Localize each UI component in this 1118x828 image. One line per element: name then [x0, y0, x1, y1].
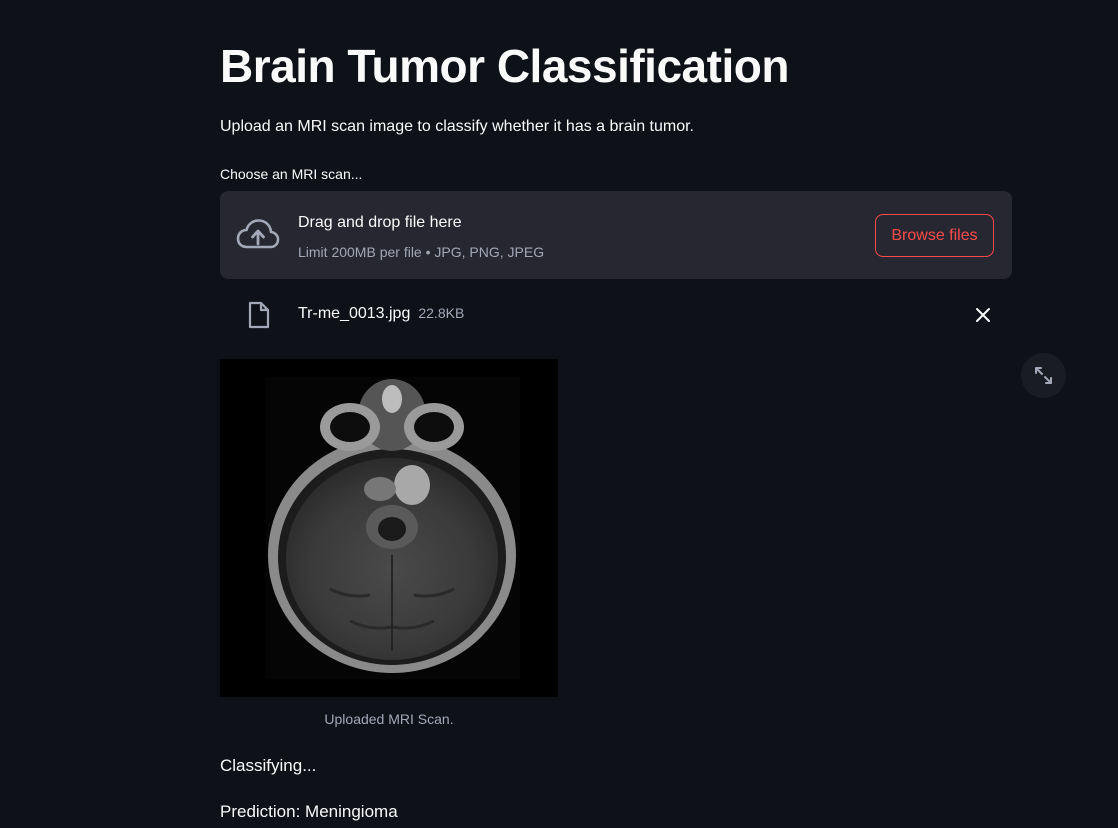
dropzone-instructions: Drag and drop file here — [298, 214, 462, 231]
file-dropzone[interactable]: Drag and drop file here Limit 200MB per … — [220, 191, 1012, 279]
dropzone-limit-text: Limit 200MB per file • JPG, PNG, JPEG — [298, 244, 545, 260]
uploaded-image-figure: Uploaded MRI Scan. — [220, 359, 558, 729]
page-description: Upload an MRI scan image to classify whe… — [220, 118, 694, 135]
browse-files-button[interactable]: Browse files — [875, 214, 994, 257]
mri-scan-image — [220, 359, 558, 697]
expand-icon — [1035, 367, 1052, 384]
app-page: Brain Tumor Classification Upload an MRI… — [0, 0, 1118, 828]
classification-status: Classifying... — [220, 756, 317, 775]
uploaded-file-info: Tr-me_0013.jpg 22.8KB — [298, 302, 464, 325]
uploaded-file-row: Tr-me_0013.jpg 22.8KB — [220, 292, 1012, 336]
image-caption: Uploaded MRI Scan. — [324, 711, 454, 727]
page-title: Brain Tumor Classification — [220, 40, 789, 92]
file-icon — [248, 301, 270, 329]
file-uploader-label: Choose an MRI scan... — [220, 166, 363, 182]
uploaded-file-size: 22.8KB — [418, 305, 465, 321]
cloud-upload-icon — [236, 219, 280, 249]
prediction-result: Prediction: Meningioma — [220, 802, 398, 821]
fullscreen-button[interactable] — [1021, 353, 1066, 398]
uploaded-file-name: Tr-me_0013.jpg — [298, 305, 411, 322]
close-icon[interactable] — [974, 306, 992, 324]
